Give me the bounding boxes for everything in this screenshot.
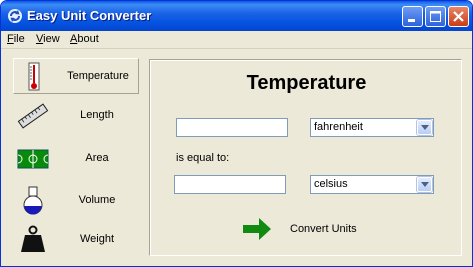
category-sidebar: Temperature Length Area Volume Weight: [1, 50, 146, 266]
flask-icon: [23, 186, 43, 215]
convert-units-button[interactable]: Convert Units: [242, 216, 372, 242]
sidebar-item-label: Temperature: [67, 70, 129, 82]
sidebar-item-label: Volume: [78, 194, 116, 206]
sidebar-item-label: Area: [85, 152, 109, 164]
menu-bar: File View About: [1, 31, 472, 49]
maximize-button[interactable]: [425, 6, 446, 27]
sidebar-item-label: Weight: [79, 233, 115, 245]
chevron-down-icon: [421, 182, 429, 187]
ruler-icon: [17, 103, 49, 129]
field-icon: [17, 149, 49, 169]
chevron-down-icon: [421, 125, 429, 130]
converter-panel: Temperature fahrenheit is equal to: cels…: [149, 59, 462, 256]
sidebar-item-weight[interactable]: Weight: [13, 222, 139, 258]
minimize-button[interactable]: [402, 6, 423, 27]
sidebar-item-area[interactable]: Area: [13, 141, 139, 177]
close-button[interactable]: [448, 6, 469, 27]
page-title: Temperature: [246, 72, 367, 94]
to-unit-value: celsius: [314, 178, 348, 190]
menu-about[interactable]: About: [70, 33, 99, 45]
title-bar[interactable]: Easy Unit Converter: [1, 1, 472, 31]
maximize-icon: [430, 11, 441, 22]
equal-label: is equal to:: [176, 152, 230, 164]
sidebar-item-length[interactable]: Length: [13, 98, 139, 134]
convert-units-label: Convert Units: [290, 223, 357, 235]
from-unit-value: fahrenheit: [314, 121, 363, 133]
from-value-input[interactable]: [176, 118, 288, 137]
app-window: Easy Unit Converter File View About Temp…: [0, 0, 473, 267]
to-unit-dropdown-button[interactable]: [417, 177, 432, 192]
refresh-arrows-icon: [8, 9, 22, 23]
green-arrow-icon: [243, 218, 271, 240]
sidebar-item-temperature[interactable]: Temperature: [13, 58, 139, 94]
window-title: Easy Unit Converter: [27, 8, 152, 23]
from-unit-select[interactable]: fahrenheit: [310, 118, 434, 137]
sidebar-item-volume[interactable]: Volume: [13, 183, 139, 219]
minimize-icon: [408, 19, 415, 22]
to-value-input[interactable]: [174, 175, 286, 194]
from-unit-dropdown-button[interactable]: [417, 120, 432, 135]
sidebar-item-label: Length: [80, 109, 114, 121]
menu-file[interactable]: File: [7, 33, 25, 45]
to-unit-select[interactable]: celsius: [310, 175, 434, 194]
thermometer-icon: [28, 62, 40, 91]
close-icon: [453, 11, 464, 22]
menu-view[interactable]: View: [36, 33, 60, 45]
weight-icon: [21, 225, 45, 252]
